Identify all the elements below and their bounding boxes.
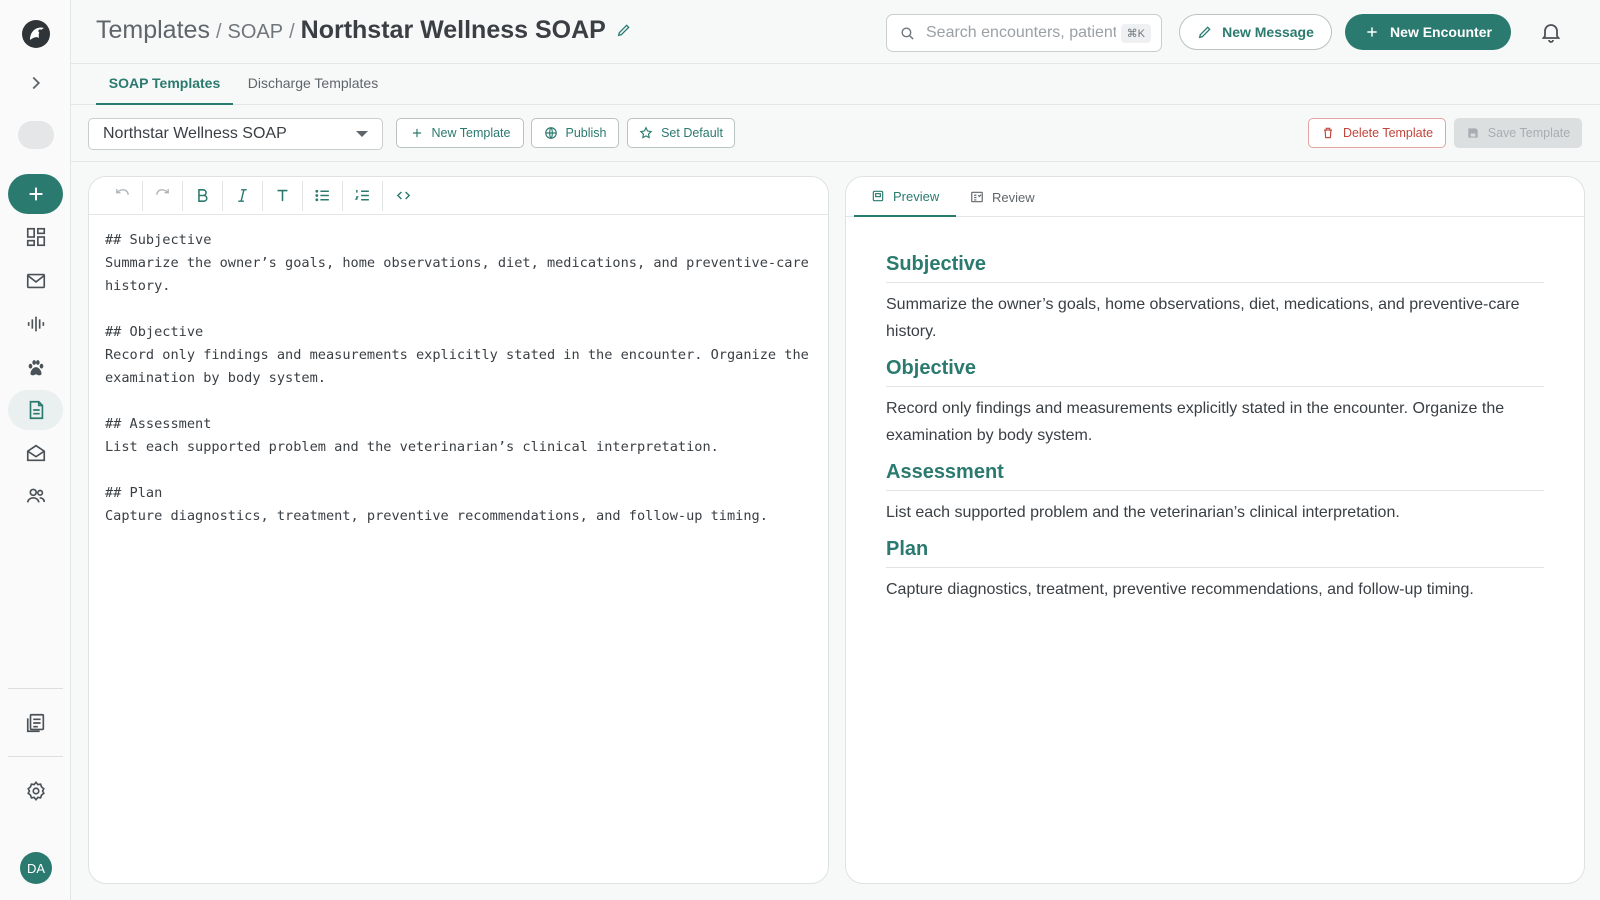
plus-icon [412, 128, 421, 138]
star-icon [639, 126, 653, 139]
publish-button[interactable]: Publish [531, 118, 619, 148]
sidebar-divider [8, 688, 63, 689]
new-template-label: New Template [431, 126, 511, 140]
templates-icon[interactable] [8, 390, 63, 430]
trash-icon [1323, 127, 1333, 139]
breadcrumb-templates[interactable]: Templates [96, 16, 210, 45]
pencil-icon [1198, 26, 1211, 39]
section-body: Capture diagnostics, treatment, preventi… [886, 581, 1474, 598]
preview-section: Subjective Summarize the owner’s goals, … [886, 253, 1544, 345]
section-heading: Subjective [886, 253, 1544, 283]
new-message-label: New Message [1222, 24, 1314, 40]
section-body: Summarize the owner’s goals, home observ… [886, 296, 1520, 340]
user-avatar[interactable]: DA [20, 852, 52, 884]
breadcrumb: Templates / SOAP / Northstar Wellness SO… [96, 16, 632, 45]
template-type-tabs: SOAP Templates Discharge Templates [71, 64, 1600, 105]
save-template-button[interactable]: Save Template [1454, 118, 1582, 148]
globe-icon [544, 127, 557, 139]
tab-discharge-templates[interactable]: Discharge Templates [241, 64, 385, 105]
sidebar-divider [8, 756, 63, 757]
breadcrumb-soap[interactable]: SOAP [228, 21, 284, 44]
markdown-editor-panel: ## Subjective Summarize the owner’s goal… [88, 176, 829, 884]
save-disk-icon [1468, 128, 1478, 138]
preview-section: Plan Capture diagnostics, treatment, pre… [886, 538, 1544, 603]
new-item-button[interactable] [8, 174, 63, 214]
tab-preview-label: Preview [893, 188, 940, 204]
mail-icon[interactable] [8, 261, 63, 301]
top-header: Templates / SOAP / Northstar Wellness SO… [71, 0, 1600, 64]
team-icon[interactable] [8, 476, 63, 516]
plus-icon [1367, 27, 1377, 37]
inbox-icon[interactable] [8, 433, 63, 473]
tab-review[interactable]: Review [953, 177, 1052, 217]
new-message-button[interactable]: New Message [1179, 14, 1332, 50]
section-body: Record only findings and measurements ex… [886, 400, 1505, 444]
paw-icon[interactable] [8, 348, 63, 388]
edit-title-pencil-icon[interactable] [616, 21, 632, 37]
set-default-label: Set Default [661, 126, 723, 140]
preview-content: Subjective Summarize the owner’s goals, … [846, 217, 1584, 603]
numbered-list-icon[interactable] [343, 180, 383, 211]
notifications-bell-icon[interactable] [1539, 20, 1563, 44]
breadcrumb-separator: / [289, 21, 295, 43]
undo-icon[interactable] [103, 180, 143, 211]
heading-icon[interactable] [263, 180, 303, 211]
section-heading: Plan [886, 538, 1544, 568]
page-title: Northstar Wellness SOAP [300, 16, 606, 44]
preview-section: Assessment List each supported problem a… [886, 461, 1544, 526]
section-heading: Objective [886, 357, 1544, 387]
new-encounter-button[interactable]: New Encounter [1345, 14, 1511, 50]
code-icon[interactable] [383, 181, 423, 211]
set-default-button[interactable]: Set Default [627, 118, 735, 148]
editor-formatting-toolbar [89, 177, 828, 215]
tab-soap-templates[interactable]: SOAP Templates [96, 64, 233, 105]
app-logo-icon[interactable] [16, 14, 56, 54]
sidebar: DA [0, 0, 71, 900]
preview-section: Objective Record only findings and measu… [886, 357, 1544, 449]
search-box[interactable]: ⌘K [886, 14, 1162, 52]
settings-gear-icon[interactable] [8, 771, 63, 811]
section-heading: Assessment [886, 461, 1544, 491]
review-icon [971, 191, 983, 203]
dashboard-icon[interactable] [8, 217, 63, 257]
preview-panel: Preview Review Subjective Summarize the … [845, 176, 1585, 884]
redo-icon[interactable] [143, 180, 183, 211]
markdown-editor-textarea[interactable]: ## Subjective Summarize the owner’s goal… [89, 215, 828, 542]
tab-review-label: Review [992, 189, 1035, 205]
audio-waveform-icon[interactable] [8, 304, 63, 344]
new-template-button[interactable]: New Template [396, 118, 524, 148]
search-input[interactable] [926, 24, 1116, 42]
notes-icon[interactable] [8, 703, 63, 743]
workspace-switcher[interactable] [18, 121, 54, 149]
search-icon [901, 26, 914, 40]
tab-preview[interactable]: Preview [854, 177, 957, 217]
preview-tabs: Preview Review [846, 177, 1584, 217]
publish-label: Publish [565, 126, 607, 140]
search-shortcut-badge: ⌘K [1120, 23, 1151, 43]
section-body: List each supported problem and the vete… [886, 504, 1400, 521]
italic-icon[interactable] [223, 180, 263, 211]
delete-template-label: Delete Template [1342, 126, 1434, 140]
expand-sidebar-icon[interactable] [8, 63, 63, 103]
delete-template-button[interactable]: Delete Template [1308, 118, 1446, 148]
template-select-value: Northstar Wellness SOAP [103, 125, 287, 142]
bullet-list-icon[interactable] [303, 180, 343, 211]
breadcrumb-separator: / [215, 21, 222, 43]
new-encounter-label: New Encounter [1390, 24, 1492, 40]
bold-icon[interactable] [183, 180, 223, 211]
template-select[interactable]: Northstar Wellness SOAP [88, 118, 383, 150]
app-root: DA Templates / SOAP / Northstar Wellness… [0, 0, 1600, 900]
template-toolbar: Northstar Wellness SOAP New Template Pub… [71, 105, 1600, 162]
chevron-down-icon [356, 131, 368, 137]
save-template-label: Save Template [1487, 126, 1571, 140]
preview-icon [872, 190, 884, 202]
